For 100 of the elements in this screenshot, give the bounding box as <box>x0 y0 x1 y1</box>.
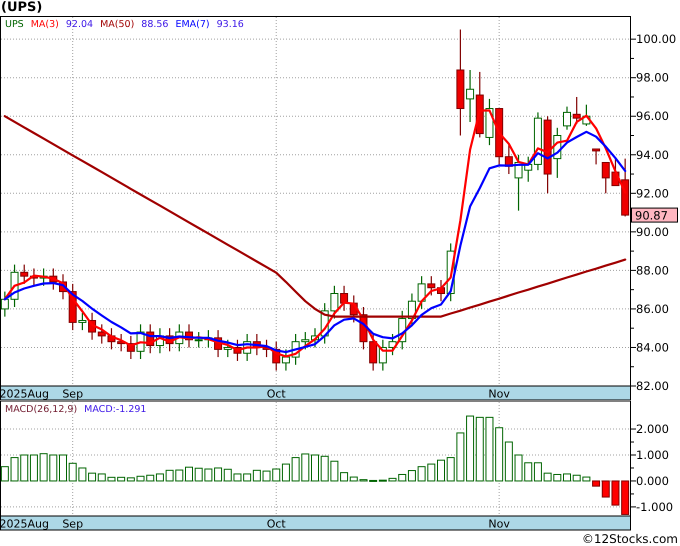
axis-label: 0.000 <box>636 474 669 488</box>
histogram-bar <box>194 468 203 482</box>
candlestick <box>621 158 630 216</box>
candlestick <box>282 349 290 371</box>
candlestick <box>136 324 145 360</box>
axis-label: 88.00 <box>636 263 669 278</box>
candlestick <box>476 72 484 138</box>
candlestick <box>466 70 474 122</box>
candlestick <box>252 334 261 356</box>
legend-value: MACD:-1.291 <box>84 404 146 415</box>
histogram-bar <box>563 473 571 482</box>
candlestick <box>330 286 338 319</box>
candlestick <box>49 268 58 290</box>
histogram-bar <box>156 473 164 482</box>
axis-label: 98.00 <box>636 70 669 85</box>
axis-label: 2.000 <box>636 422 669 436</box>
legend-label: MACD(26,12,9) <box>5 404 78 415</box>
histogram-bar <box>243 473 252 482</box>
candlestick <box>126 336 135 360</box>
candlestick <box>175 324 184 352</box>
histogram-bar <box>68 462 77 482</box>
month-label: Nov <box>488 388 510 400</box>
histogram-bar <box>311 454 319 482</box>
histogram-bar <box>282 464 290 482</box>
month-label: Sep <box>62 518 84 530</box>
legend-label: UPS <box>5 19 24 30</box>
histogram-bar <box>20 454 28 482</box>
candlestick <box>408 294 416 326</box>
axis-label: -1.000 <box>636 500 674 514</box>
axis-label: 94.00 <box>636 148 669 162</box>
candlestick <box>156 328 164 354</box>
histogram-bar <box>476 416 484 482</box>
candlestick <box>369 334 378 371</box>
candlestick <box>572 96 581 124</box>
histogram-bar <box>485 416 494 482</box>
histogram-bar <box>524 462 532 482</box>
candlestick <box>166 328 174 352</box>
candlestick <box>204 330 212 348</box>
axis-label: 96.00 <box>636 109 669 124</box>
axis-label: 82.00 <box>636 379 669 393</box>
legend-label: MA(50) <box>100 19 134 30</box>
last-price-tag: 90.87 <box>631 208 678 223</box>
candlestick <box>233 340 242 361</box>
legend-label: MA(3) <box>30 19 59 30</box>
month-label: 2025Aug <box>0 518 49 530</box>
axis-label: 84.00 <box>636 340 669 354</box>
candlestick <box>437 280 445 302</box>
histogram-bar <box>320 456 329 482</box>
axis-label: 86.00 <box>636 302 669 316</box>
candlestick <box>378 340 387 371</box>
candlestick <box>146 324 154 354</box>
histogram-bar <box>166 470 174 482</box>
legend-value: 88.56 <box>141 19 168 30</box>
histogram-bar <box>59 454 67 482</box>
legend-value: 92.04 <box>66 19 94 30</box>
histogram-bar <box>214 467 222 482</box>
candlestick <box>311 328 319 348</box>
month-label: Oct <box>266 518 286 530</box>
axis-label: 1.000 <box>636 448 669 462</box>
histogram-bar <box>466 416 474 482</box>
histogram-bar <box>272 468 280 482</box>
histogram-bar <box>204 468 212 482</box>
histogram-bar <box>534 462 542 482</box>
candlestick <box>340 286 348 311</box>
candlestick <box>107 328 116 350</box>
candlestick <box>485 98 494 146</box>
histogram-bar <box>40 453 48 482</box>
candlestick <box>611 158 620 186</box>
candlestick <box>446 243 455 302</box>
candlestick <box>243 334 252 361</box>
month-label: Sep <box>62 388 84 400</box>
histogram-bar <box>292 457 300 482</box>
histogram-bar <box>427 464 436 482</box>
candlestick <box>582 104 590 126</box>
legend-label: EMA(7) <box>175 19 210 30</box>
histogram-bar <box>175 470 184 482</box>
candlestick <box>59 274 67 300</box>
histogram-bar <box>514 454 523 482</box>
candlestick <box>88 312 96 340</box>
histogram-bar <box>30 454 38 482</box>
candlestick <box>563 106 571 130</box>
histogram-bar <box>185 466 193 482</box>
histogram-bar <box>0 466 9 482</box>
histogram-bar <box>437 460 445 482</box>
month-label: Oct <box>266 388 286 400</box>
axis-label: 92.00 <box>636 186 669 200</box>
candlestick <box>117 334 126 352</box>
chart-title: (UPS) <box>0 0 44 16</box>
candlestick <box>0 292 9 317</box>
histogram-bar <box>495 427 504 482</box>
legend-value: 93.16 <box>216 19 244 30</box>
histogram-bar <box>10 457 19 482</box>
copyright-notice: ©12Stocks.com <box>582 532 678 546</box>
axis-label: 100.00 <box>636 32 676 46</box>
histogram-bar <box>49 454 58 482</box>
histogram-bar <box>504 442 513 482</box>
axis-label: 90.00 <box>636 224 669 239</box>
histogram-bar <box>330 460 338 482</box>
month-label: 2025Aug <box>0 388 49 400</box>
candlestick <box>320 303 329 344</box>
